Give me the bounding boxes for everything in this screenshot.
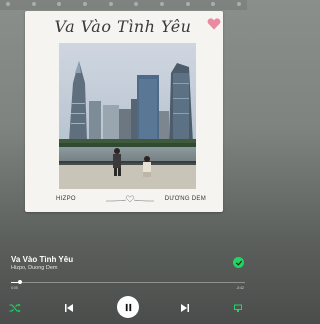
status-bar <box>0 0 247 10</box>
connect-device-icon <box>234 304 242 312</box>
album-art: Va Vào Tình Yêu HIZPO DƯƠNG DEM <box>25 11 223 212</box>
time-remaining: -3:42 <box>236 286 244 290</box>
heart-icon <box>207 18 221 30</box>
time-elapsed: 0:05 <box>11 286 18 290</box>
skip-next-icon <box>181 304 189 312</box>
status-dot <box>57 2 62 6</box>
progress-bar[interactable] <box>11 280 245 284</box>
status-dot <box>134 2 139 6</box>
album-photo <box>59 43 196 189</box>
status-dot <box>159 2 164 6</box>
shuffle-icon <box>9 303 21 313</box>
pause-icon <box>125 303 131 311</box>
pause-button[interactable] <box>117 296 139 318</box>
status-dot <box>6 2 10 6</box>
album-artists: HIZPO DƯƠNG DEM <box>56 195 206 205</box>
status-dot <box>31 2 36 6</box>
status-dot <box>236 2 241 6</box>
album-script-title: Va Vào Tình Yêu <box>54 17 192 36</box>
album-artist-left: HIZPO <box>56 196 76 202</box>
next-button[interactable] <box>178 301 192 315</box>
skip-previous-icon <box>65 304 73 312</box>
connect-device-button[interactable] <box>232 302 244 314</box>
song-title[interactable]: Va Vào Tình Yêu <box>11 255 73 264</box>
liked-check-icon[interactable] <box>233 257 244 268</box>
shuffle-button[interactable] <box>8 302 22 314</box>
progress-handle[interactable] <box>18 280 23 284</box>
flourish-heart-icon <box>105 195 155 203</box>
album-artist-right: DƯƠNG DEM <box>164 196 206 202</box>
status-dot <box>108 2 113 6</box>
status-dot <box>82 2 87 6</box>
previous-button[interactable] <box>62 301 76 315</box>
status-dot <box>185 2 190 6</box>
status-dot <box>211 2 216 6</box>
song-artists[interactable]: Hizpo, Duong Dem <box>11 265 57 271</box>
